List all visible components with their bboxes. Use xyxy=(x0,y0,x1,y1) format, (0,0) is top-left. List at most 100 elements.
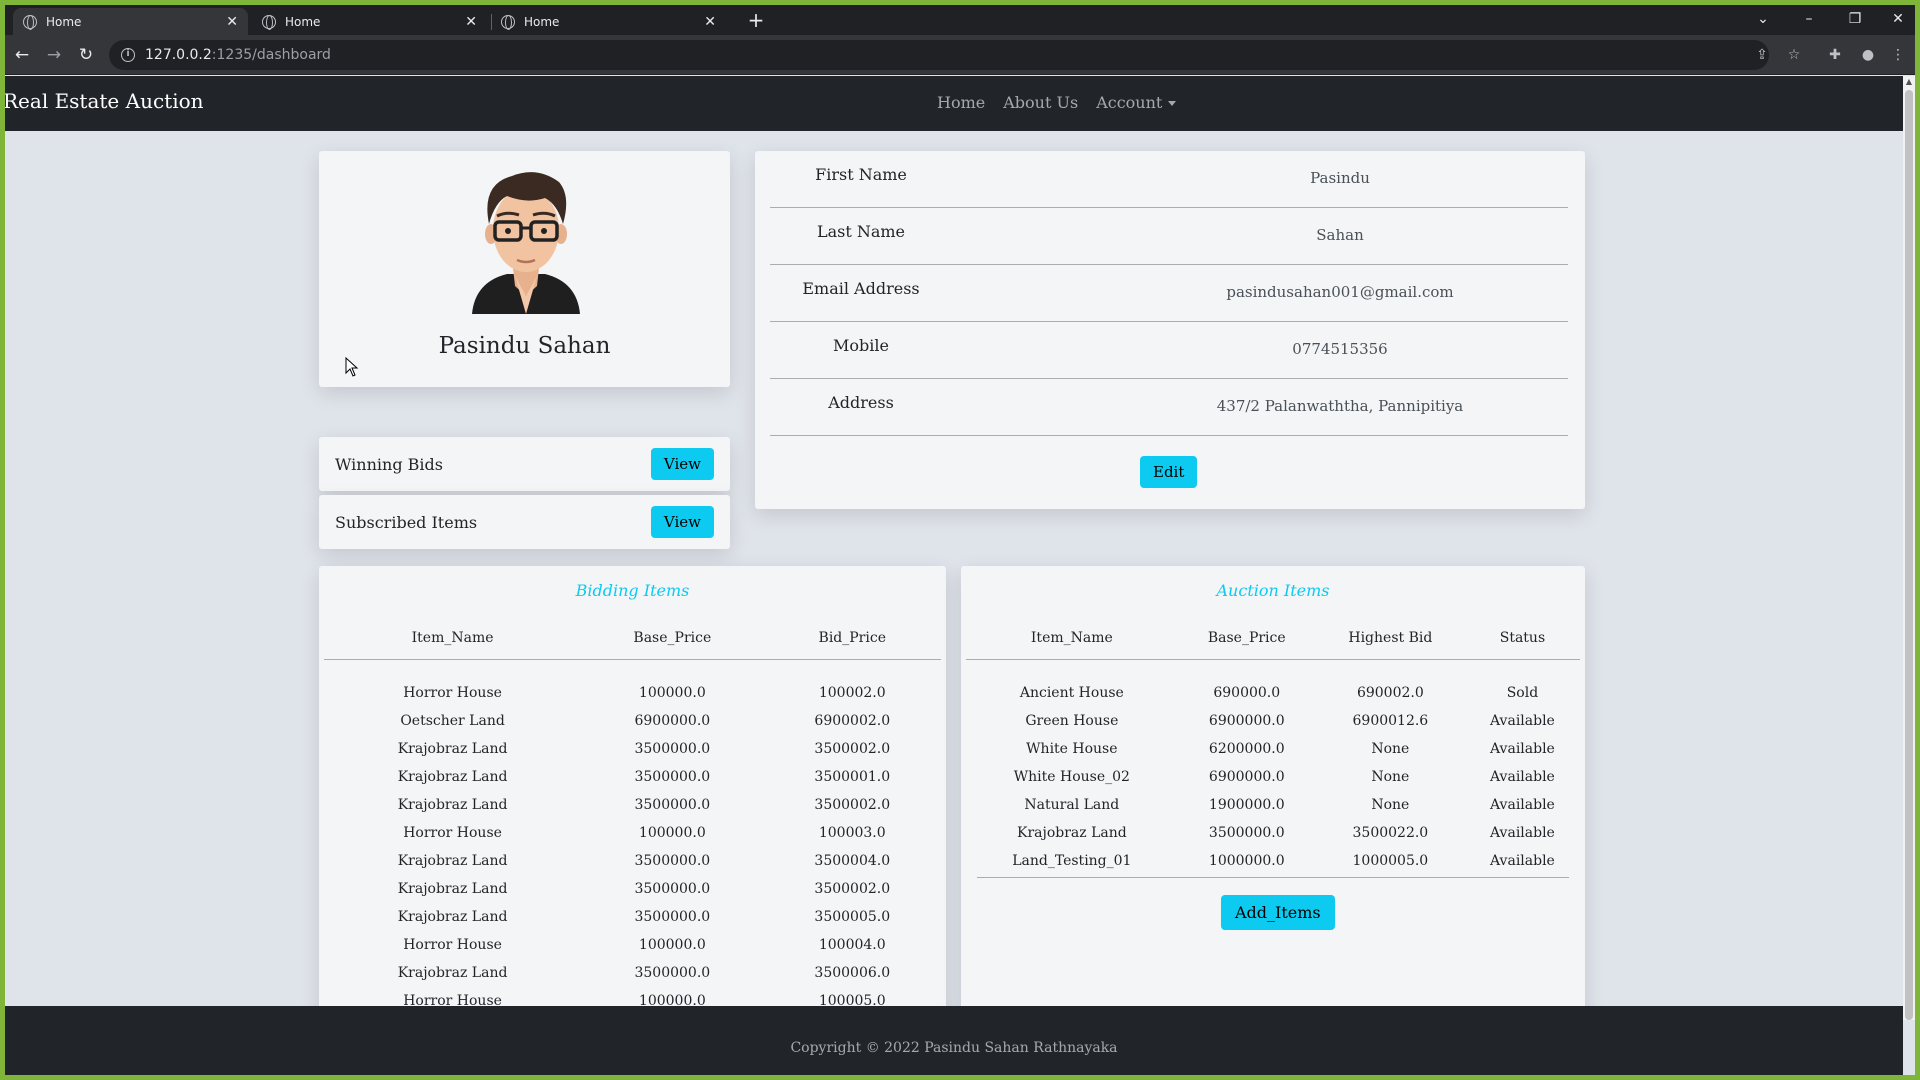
detail-row-first-name: First Name Pasindu xyxy=(770,151,1568,208)
reload-icon[interactable]: ↻ xyxy=(75,44,97,66)
table-cell: Krajobraz Land xyxy=(397,909,508,925)
profile-icon[interactable]: ● xyxy=(1858,45,1878,65)
share-icon[interactable]: ⇪ xyxy=(1752,45,1772,65)
table-cell: Available xyxy=(1490,769,1555,785)
table-cell: 3500002.0 xyxy=(814,797,891,813)
table-cell: 6200000.0 xyxy=(1208,741,1285,757)
table-cell: 3500000.0 xyxy=(634,741,711,757)
add-items-button[interactable]: Add_Items xyxy=(1221,895,1335,930)
table-cell: Sold xyxy=(1506,685,1539,702)
column-header: Item_Name xyxy=(324,617,582,660)
info-icon[interactable]: i xyxy=(121,48,135,62)
table-cell: 3500002.0 xyxy=(814,741,891,757)
table-cell: 100000.0 xyxy=(638,937,706,953)
table-cell: Ancient House xyxy=(1019,685,1124,702)
address-bar[interactable]: i 127.0.0.2:1235/dashboard xyxy=(109,40,1769,70)
edit-profile-button[interactable]: Edit xyxy=(1140,456,1198,488)
column-header: Bid_Price xyxy=(763,617,941,660)
site-navbar: Real Estate Auction Home About Us Accoun… xyxy=(5,76,1903,131)
bidding-items-table: Item_Name Base_Price Bid_Price Horror Ho… xyxy=(324,617,941,1015)
table-cell: Available xyxy=(1490,853,1555,869)
browser-tab[interactable]: Home ✕ xyxy=(491,8,726,35)
auction-items-body: Ancient House 690000.0 690002.0 Sold Green H… xyxy=(966,659,1580,875)
view-winning-bids-button[interactable]: View xyxy=(650,448,714,480)
bookmark-star-icon[interactable]: ☆ xyxy=(1784,45,1804,65)
detail-value: Pasindu xyxy=(1310,169,1370,187)
table-cell: 100004.0 xyxy=(818,937,886,953)
tab-search-icon[interactable]: ⌄ xyxy=(1743,7,1783,31)
profile-details-card: First Name Pasindu Last Name Sahan Email… xyxy=(755,151,1585,509)
table-cell: 3500000.0 xyxy=(634,881,711,897)
nav-home-link[interactable]: Home xyxy=(937,93,985,112)
column-header: Base_Price xyxy=(581,617,764,660)
table-row: Oetscher Land 6900000.0 6900002.0 xyxy=(324,707,941,735)
table-row: Krajobraz Land 3500000.0 3500002.0 xyxy=(324,735,941,763)
table-cell: Krajobraz Land xyxy=(397,769,508,785)
url-path: :1235/dashboard xyxy=(211,47,331,63)
table-cell: Natural Land xyxy=(1024,797,1120,813)
table-cell: Available xyxy=(1490,713,1555,729)
close-icon[interactable]: ✕ xyxy=(465,14,477,30)
extensions-icon[interactable]: ✚ xyxy=(1825,45,1845,65)
browser-tab[interactable]: Home ✕ xyxy=(252,8,487,35)
table-header-row: Item_Name Base_Price Bid_Price xyxy=(324,617,941,660)
detail-row-last-name: Last Name Sahan xyxy=(770,208,1568,265)
close-icon[interactable]: ✕ xyxy=(704,14,716,30)
browser-toolbar: ← → ↻ i 127.0.0.2:1235/dashboard ⇪ ☆ ✚ ●… xyxy=(5,35,1915,75)
restore-icon[interactable]: ❐ xyxy=(1835,7,1875,31)
table-cell: None xyxy=(1371,769,1410,785)
window-close-icon[interactable]: ✕ xyxy=(1878,7,1915,31)
tab-title: Home xyxy=(46,14,82,29)
bidding-items-caption: Bidding Items xyxy=(575,581,690,600)
minimize-icon[interactable]: – xyxy=(1789,7,1829,31)
back-icon[interactable]: ← xyxy=(11,44,33,66)
tab-strip: Home ✕ Home ✕ Home ✕ + ⌄ – ❐ ✕ xyxy=(5,5,1915,35)
table-cell: 3500022.0 xyxy=(1352,825,1429,841)
bidding-items-card: Bidding Items Item_Name Base_Price Bid_P… xyxy=(319,566,946,1036)
url-host: 127.0.0.2 xyxy=(145,47,212,63)
table-cell: 3500001.0 xyxy=(814,769,891,785)
divider xyxy=(977,877,1569,878)
new-tab-icon[interactable]: + xyxy=(743,8,769,34)
table-cell: 100000.0 xyxy=(638,685,706,702)
menu-kebab-icon[interactable]: ⋮ xyxy=(1888,45,1908,65)
table-cell: 3500000.0 xyxy=(634,853,711,869)
nav-account-dropdown[interactable]: Account xyxy=(1096,93,1177,112)
browser-tab[interactable]: Home ✕ xyxy=(13,8,248,35)
scroll-thumb[interactable] xyxy=(1905,90,1913,1020)
tab-title: Home xyxy=(524,14,560,29)
table-cell: Krajobraz Land xyxy=(397,797,508,813)
table-cell: 100000.0 xyxy=(638,825,706,841)
page-scrollbar[interactable]: ▲ xyxy=(1903,76,1915,1020)
table-cell: 3500000.0 xyxy=(634,769,711,785)
table-cell: Oetscher Land xyxy=(400,713,505,729)
table-cell: 6900012.6 xyxy=(1352,713,1429,729)
table-cell: 6900000.0 xyxy=(634,713,711,729)
view-subscribed-items-button[interactable]: View xyxy=(650,506,714,538)
table-cell: 6900000.0 xyxy=(1208,713,1285,729)
globe-icon xyxy=(23,14,37,30)
table-cell: 690002.0 xyxy=(1356,685,1424,702)
detail-row-email: Email Address pasindusahan001@gmail.com xyxy=(770,265,1568,322)
table-cell: Green House xyxy=(1025,713,1119,729)
nav-about-link[interactable]: About Us xyxy=(1003,93,1078,112)
table-cell: 690000.0 xyxy=(1213,685,1281,702)
table-cell: Horror House xyxy=(403,825,502,841)
forward-icon[interactable]: → xyxy=(43,44,65,66)
profile-name: Pasindu Sahan xyxy=(438,333,611,359)
table-row: Krajobraz Land 3500000.0 3500004.0 xyxy=(324,847,941,875)
table-cell: Krajobraz Land xyxy=(397,881,508,897)
table-row: Krajobraz Land 3500000.0 3500001.0 xyxy=(324,763,941,791)
column-header: Base_Price xyxy=(1177,617,1316,660)
table-row: Horror House 100000.0 100002.0 xyxy=(324,659,941,707)
detail-label: Last Name xyxy=(816,222,906,241)
detail-row-mobile: Mobile 0774515356 xyxy=(770,322,1568,379)
table-cell: Horror House xyxy=(403,937,502,953)
close-icon[interactable]: ✕ xyxy=(226,14,238,30)
table-cell: Available xyxy=(1490,797,1555,813)
table-cell: 1000005.0 xyxy=(1352,853,1429,869)
scroll-up-icon[interactable]: ▲ xyxy=(1903,76,1915,88)
table-cell: 3500005.0 xyxy=(814,909,891,925)
detail-value: pasindusahan001@gmail.com xyxy=(1226,283,1454,301)
site-brand[interactable]: Real Estate Auction xyxy=(5,89,204,113)
